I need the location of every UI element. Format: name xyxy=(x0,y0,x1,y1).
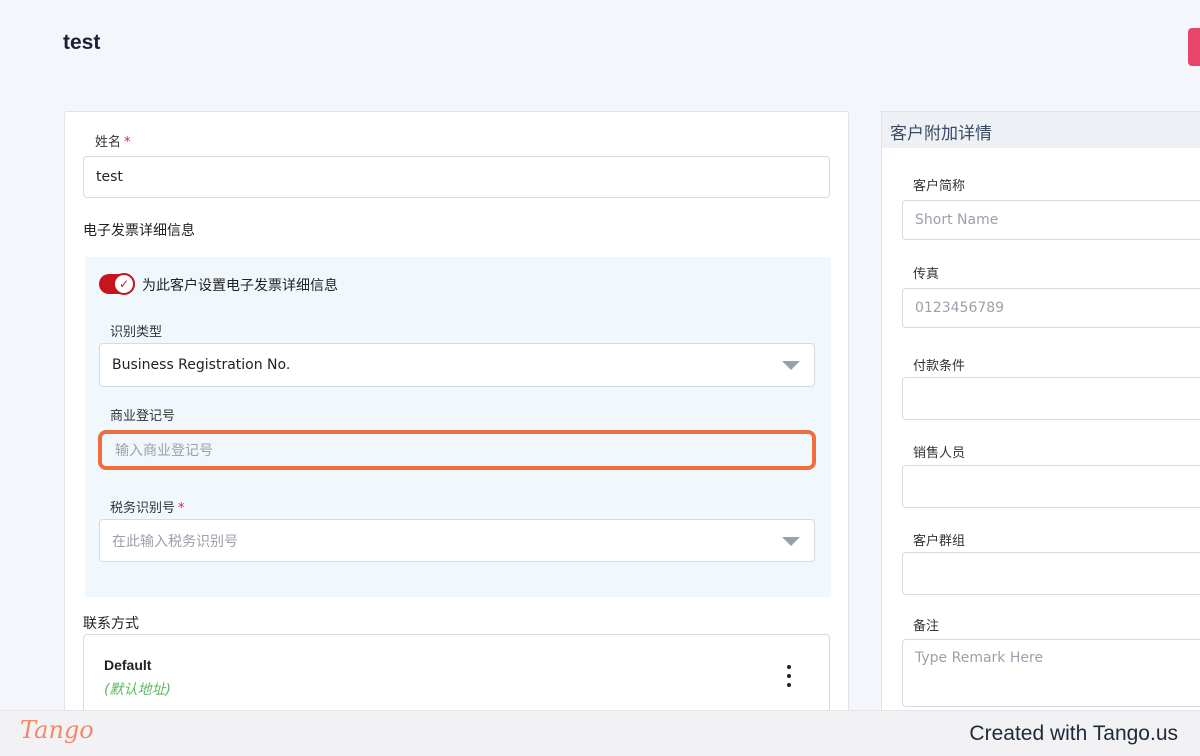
id-type-value: Business Registration No. xyxy=(112,357,291,373)
top-right-action-button[interactable] xyxy=(1188,28,1200,66)
tango-footer: Tango Created with Tango.us xyxy=(0,710,1200,756)
default-address-tag: (默认地址) xyxy=(104,682,171,698)
customer-group-label: 客户群组 xyxy=(913,534,966,549)
step-highlight-box xyxy=(98,430,816,470)
tango-logo: Tango xyxy=(20,716,94,744)
customer-group-select[interactable] xyxy=(902,552,1200,595)
salesperson-select[interactable] xyxy=(902,465,1200,508)
tin-placeholder: 在此输入税务识别号 xyxy=(112,533,238,550)
remark-label: 备注 xyxy=(913,619,940,634)
brn-label: 商业登记号 xyxy=(110,409,176,424)
chevron-down-icon xyxy=(782,361,800,370)
tin-select[interactable]: 在此输入税务识别号 xyxy=(99,519,815,562)
einvoice-panel: ✓ 为此客户设置电子发票详细信息 识别类型 Business Registrat… xyxy=(85,257,831,597)
footer-credit: Created with Tango.us xyxy=(969,722,1178,745)
einvoice-toggle-label: 为此客户设置电子发票详细信息 xyxy=(142,278,338,294)
required-marker: * xyxy=(124,135,131,150)
id-type-label: 识别类型 xyxy=(110,325,163,340)
page-title: test xyxy=(63,31,101,54)
required-marker: * xyxy=(178,501,185,516)
fax-placeholder: 0123456789 xyxy=(915,300,1005,316)
short-name-input[interactable]: Short Name xyxy=(902,200,1200,240)
name-label-group: 姓名 * xyxy=(95,131,131,150)
short-name-placeholder: Short Name xyxy=(915,212,999,228)
id-type-select[interactable]: Business Registration No. xyxy=(99,343,815,387)
remark-textarea[interactable]: Type Remark Here xyxy=(902,639,1200,707)
einvoice-toggle[interactable]: ✓ xyxy=(99,273,135,295)
customer-main-form: 姓名 * test 电子发票详细信息 ✓ 为此客户设置电子发票详细信息 识别类型 … xyxy=(64,111,849,721)
contact-name: Default xyxy=(104,657,152,673)
name-label: 姓名 xyxy=(95,135,122,150)
tin-label-group: 税务识别号 * xyxy=(110,497,185,516)
chevron-down-icon xyxy=(782,536,800,546)
payment-terms-select[interactable] xyxy=(902,377,1200,420)
tin-label: 税务识别号 xyxy=(110,501,176,516)
short-name-label: 客户简称 xyxy=(913,179,966,194)
name-input[interactable]: test xyxy=(83,156,830,198)
einvoice-section-title: 电子发票详细信息 xyxy=(83,223,195,239)
remark-placeholder: Type Remark Here xyxy=(915,650,1044,666)
contact-card[interactable]: Default (默认地址) xyxy=(83,634,830,720)
customer-additional-details-panel: 客户附加详情 客户简称 Short Name 传真 0123456789 付款条… xyxy=(881,111,1200,721)
kebab-menu-icon[interactable] xyxy=(782,665,796,687)
fax-label: 传真 xyxy=(913,267,940,282)
contact-section-title: 联系方式 xyxy=(83,616,139,632)
side-panel-title: 客户附加详情 xyxy=(882,112,1200,148)
fax-input[interactable]: 0123456789 xyxy=(902,288,1200,328)
check-icon: ✓ xyxy=(113,273,135,295)
name-input-value: test xyxy=(96,169,123,185)
payment-terms-label: 付款条件 xyxy=(913,359,966,374)
salesperson-label: 销售人员 xyxy=(913,446,966,461)
